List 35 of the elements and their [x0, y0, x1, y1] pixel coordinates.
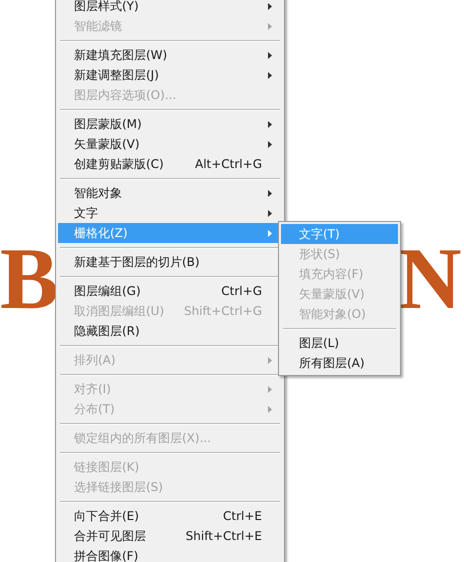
menu-item[interactable]: 智能对象 — [58, 183, 282, 203]
menu-item[interactable]: 合并可见图层 Shift+Ctrl+E — [58, 526, 282, 546]
shortcut-text: Ctrl+G — [221, 283, 262, 300]
menu-item[interactable]: 向下合并(E) Ctrl+E — [58, 506, 282, 526]
submenu-arrow-icon — [268, 386, 272, 392]
canvas-letter: N — [398, 236, 462, 324]
menu-item[interactable]: 图层编组(G) Ctrl+G — [58, 281, 282, 301]
submenu-arrow-icon — [268, 120, 272, 128]
menu-item[interactable]: 文字 — [58, 203, 282, 223]
shortcut-text: Shift+Ctrl+E — [186, 528, 262, 545]
submenu-arrow-icon — [268, 22, 272, 30]
canvas-letter: B — [0, 236, 59, 324]
menu-item[interactable]: 新建基于图层的切片(B) — [58, 252, 282, 272]
submenu-arrow-icon — [268, 52, 272, 58]
submenu-arrow-icon — [268, 230, 272, 236]
submenu-arrow-icon — [268, 190, 272, 196]
menu-item[interactable]: 图层样式(Y) — [58, 0, 282, 16]
menu-item[interactable]: 图层(L) — [281, 333, 398, 353]
menu-item[interactable]: 所有图层(A) — [281, 353, 398, 373]
menu-item[interactable]: 新建调整图层(J) — [58, 65, 282, 85]
submenu-arrow-icon — [268, 210, 272, 216]
submenu-arrow-icon — [268, 406, 272, 412]
shortcut-text: Ctrl+E — [223, 508, 262, 525]
menu-item[interactable]: 拼合图像(F) — [58, 546, 282, 562]
menu-item[interactable]: 隐藏图层(R) — [58, 321, 282, 341]
submenu-arrow-icon — [268, 356, 272, 364]
submenu-arrow-icon — [268, 140, 272, 148]
submenu-arrow-icon — [268, 2, 272, 10]
menu-item[interactable]: 矢量蒙版(V) — [58, 134, 282, 154]
submenu-arrow-icon — [268, 72, 272, 78]
shortcut-text: Shift+Ctrl+G — [184, 303, 262, 320]
menu-item[interactable]: 图层蒙版(M) — [58, 114, 282, 134]
menu-item[interactable]: 创建剪贴蒙版(C) Alt+Ctrl+G — [58, 154, 282, 174]
shortcut-text: Alt+Ctrl+G — [194, 156, 262, 173]
menu-item[interactable]: 新建填充图层(W) — [58, 45, 282, 65]
